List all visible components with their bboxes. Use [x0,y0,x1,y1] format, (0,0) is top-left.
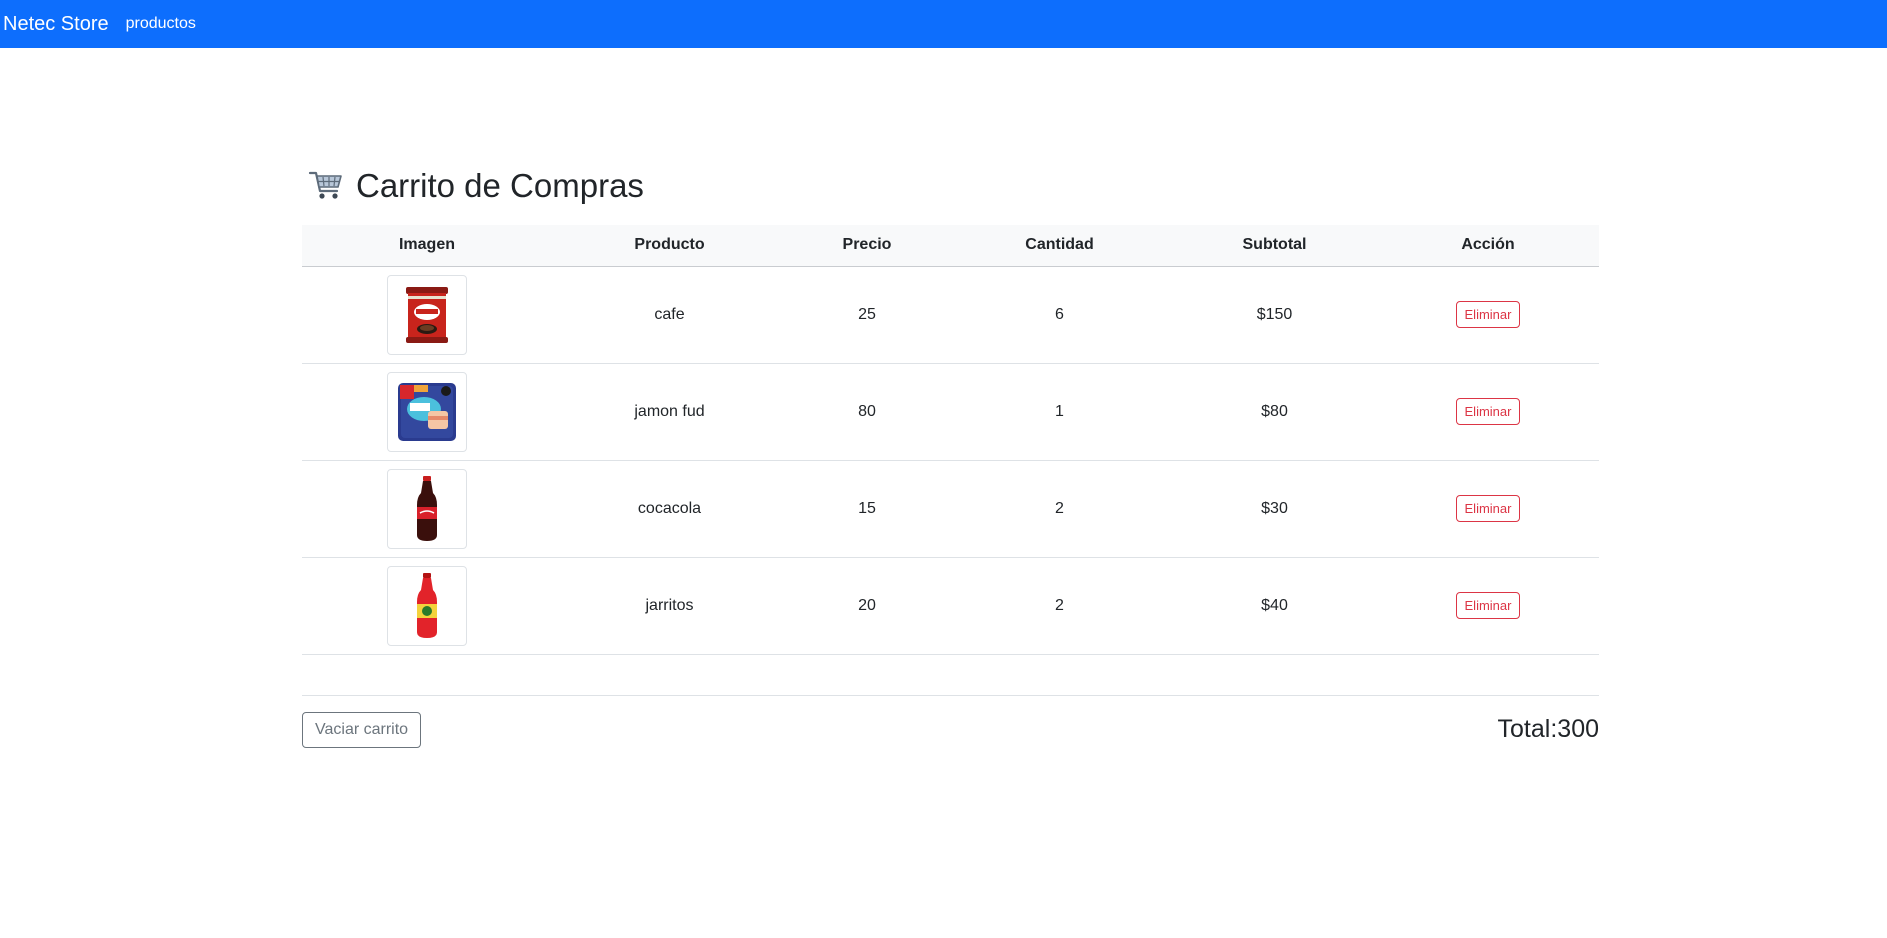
nav-link-productos[interactable]: productos [126,16,196,32]
remove-button[interactable]: Eliminar [1455,398,1521,425]
shopping-cart-icon [308,171,342,199]
remove-button[interactable]: Eliminar [1455,592,1521,619]
header-accion: Acción [1377,225,1599,267]
product-price: 15 [787,460,947,558]
navbar: Netec Store productos [0,0,1887,48]
cart-table: Imagen Producto Precio Cantidad Subtotal… [302,225,1599,655]
product-name: jarritos [552,557,787,655]
product-name: jamon fud [552,363,787,461]
table-row: jarritos 20 2 $40 Eliminar [302,557,1599,655]
product-price: 80 [787,363,947,461]
product-quantity: 1 [947,363,1172,461]
product-name: cafe [552,266,787,364]
soda-bottle-image [387,565,467,646]
remove-button[interactable]: Eliminar [1455,301,1521,328]
product-subtotal: $30 [1172,460,1377,558]
brand-link[interactable]: Netec Store [3,14,109,34]
table-header-row: Imagen Producto Precio Cantidad Subtotal… [302,225,1599,267]
product-quantity: 6 [947,266,1172,364]
divider [302,694,1599,696]
header-producto: Producto [552,225,787,267]
clear-cart-button[interactable]: Vaciar carrito [302,711,422,748]
product-quantity: 2 [947,557,1172,655]
remove-button[interactable]: Eliminar [1455,495,1521,522]
page-header: Carrito de Compras [302,160,1599,210]
header-subtotal: Subtotal [1172,225,1377,267]
product-price: 20 [787,557,947,655]
product-name: cocacola [552,460,787,558]
cart-container: Carrito de Compras Imagen Producto Preci… [302,160,1599,748]
product-subtotal: $80 [1172,363,1377,461]
table-row: cafe 25 6 $150 Eliminar [302,266,1599,364]
product-subtotal: $150 [1172,266,1377,364]
header-imagen: Imagen [302,225,552,267]
cart-footer: Vaciar carrito Total:300 [302,711,1599,748]
product-price: 25 [787,266,947,364]
table-row: jamon fud 80 1 $80 Eliminar [302,363,1599,461]
header-cantidad: Cantidad [947,225,1172,267]
cola-bottle-image [387,468,467,549]
ham-package-image [387,371,467,452]
product-quantity: 2 [947,460,1172,558]
page-title: Carrito de Compras [356,166,644,204]
table-row: cocacola 15 2 $30 Eliminar [302,460,1599,558]
header-precio: Precio [787,225,947,267]
coffee-can-image [387,274,467,355]
cart-total: Total:300 [1497,715,1599,743]
product-subtotal: $40 [1172,557,1377,655]
